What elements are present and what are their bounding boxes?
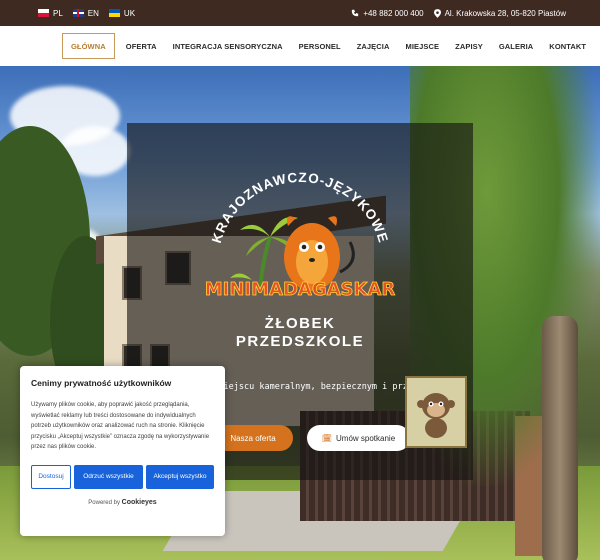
cookie-consent-dialog: Cenimy prywatność użytkowników Używamy p… [20,366,225,536]
nav-item-glowna[interactable]: GŁÓWNA [62,33,115,59]
language-uk[interactable]: UK [108,8,136,18]
uk-flag-icon [72,9,84,17]
language-label: EN [87,8,99,18]
calendar-icon: 🗓 [321,433,332,443]
our-offer-button[interactable]: Nasza oferta [213,425,293,451]
powered-by-label: Powered by [88,499,120,506]
book-meeting-button[interactable]: 🗓 Umów spotkanie [307,425,410,451]
language-pl[interactable]: PL [38,9,63,18]
logo-bottom-text-1: ŻŁOBEK [265,315,336,332]
nav-item-personel[interactable]: PERSONEL [291,33,349,59]
phone-number: +48 882 000 400 [363,8,424,18]
ukraine-flag-icon [108,9,120,17]
nav-item-zajecia[interactable]: ZAJĘCIA [349,33,398,59]
map-pin-icon [433,8,441,18]
book-meeting-label: Umów spotkanie [336,433,396,443]
reject-all-button[interactable]: Odrzuć wszystkie [74,464,143,489]
monkey-icon [417,393,455,438]
phone-link[interactable]: +48 882 000 400 [351,8,424,18]
monkey-sign-image [405,376,467,448]
main-nav: GŁÓWNA OFERTA INTEGRACJA SENSORYCZNA PER… [0,26,600,66]
nav-item-miejsce[interactable]: MIEJSCE [398,33,448,59]
nav-item-integracja-sensoryczna[interactable]: INTEGRACJA SENSORYCZNA [165,33,291,59]
nav-item-galeria[interactable]: GALERIA [491,33,541,59]
poland-flag-icon [38,9,49,17]
minimadagaskar-logo: KRAJOZNAWCZO-JĘZYKOWE MINIMADAGASKAR ŻŁO… [204,170,396,350]
logo-brand-text: MINIMADAGASKAR [205,279,396,300]
logo-bottom-text-2: PRZEDSZKOLE [236,333,364,350]
nav-item-zapisy[interactable]: ZAPISY [447,33,491,59]
language-label: UK [123,8,136,18]
nav-item-kontakt[interactable]: KONTAKT [541,33,594,59]
phone-icon [352,9,359,17]
address-link[interactable]: Al. Krakowska 28, 05-820 Piastów [433,8,566,18]
customize-button[interactable]: Dostosuj [31,464,71,489]
top-bar: PL EN UK +48 882 000 400 Al. Krakowska 2… [0,0,600,26]
accept-all-button[interactable]: Akceptuj wszystko [146,464,214,489]
powered-by: Powered by Cookieyes [31,499,214,506]
contact-info: +48 882 000 400 Al. Krakowska 28, 05-820… [341,9,566,18]
cookieyes-logo[interactable]: Cookieyes [122,499,157,506]
language-en[interactable]: EN [72,8,99,18]
address-text: Al. Krakowska 28, 05-820 Piastów [444,8,566,18]
cookie-description: Używamy plików cookie, aby poprawić jako… [31,402,210,450]
cookie-buttons: Dostosuj Odrzuć wszystkie Akceptuj wszys… [31,464,214,489]
language-switcher: PL EN UK [38,9,145,18]
language-label: PL [53,8,63,18]
nav-item-oferta[interactable]: OFERTA [118,33,165,59]
cookie-title: Cenimy prywatność użytkowników [31,378,172,388]
